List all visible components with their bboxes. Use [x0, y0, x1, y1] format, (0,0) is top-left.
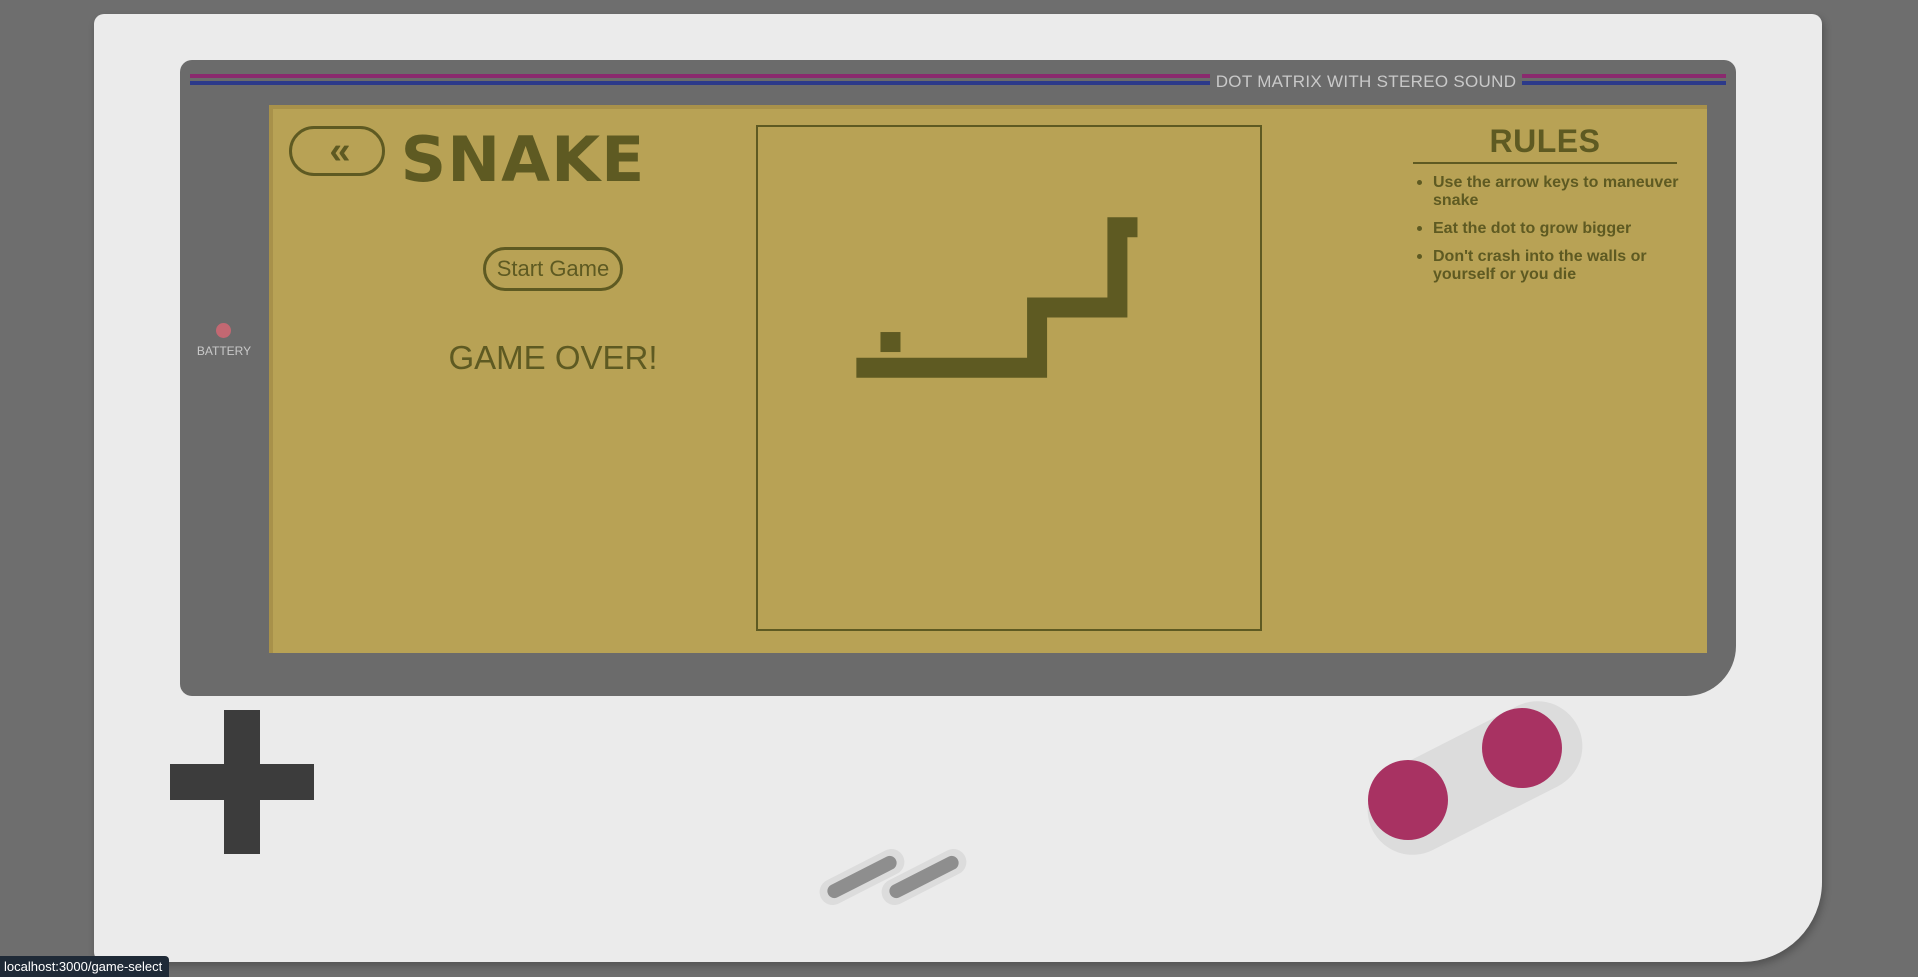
- game-board[interactable]: [756, 125, 1262, 631]
- status-bar-url: localhost:3000/game-select: [0, 956, 170, 977]
- rules-item: Eat the dot to grow bigger: [1417, 220, 1695, 238]
- bezel-stripes-left: [190, 74, 1210, 90]
- a-button[interactable]: [1482, 708, 1562, 788]
- rules-item: Don't crash into the walls or yourself o…: [1417, 248, 1695, 284]
- b-button[interactable]: [1368, 760, 1448, 840]
- rules-list: Use the arrow keys to maneuver snake Eat…: [1413, 174, 1695, 284]
- game-screen: « SNAKE Start Game GAME OVER! RULES Use …: [269, 105, 1707, 653]
- bezel-title: DOT MATRIX WITH STEREO SOUND: [1215, 72, 1517, 91]
- game-status-text: GAME OVER!: [448, 339, 658, 376]
- console-body: DOT MATRIX WITH STEREO SOUND BATTERY « S…: [94, 14, 1822, 962]
- back-button[interactable]: «: [289, 126, 385, 176]
- start-game-button[interactable]: Start Game: [483, 247, 623, 291]
- rules-item: Use the arrow keys to maneuver snake: [1417, 174, 1695, 210]
- battery-led-icon: [216, 323, 231, 338]
- dpad-control[interactable]: [170, 710, 314, 854]
- screen-bezel: DOT MATRIX WITH STEREO SOUND BATTERY « S…: [180, 60, 1736, 696]
- battery-label: BATTERY: [196, 344, 252, 358]
- food-dot: [880, 332, 901, 353]
- rules-panel: RULES Use the arrow keys to maneuver sna…: [1413, 123, 1695, 294]
- game-title: SNAKE: [400, 123, 646, 196]
- bezel-stripes-right: [1522, 74, 1726, 90]
- dpad-horizontal[interactable]: [170, 764, 314, 800]
- game-board-canvas: [856, 217, 1138, 378]
- rules-title: RULES: [1413, 123, 1677, 164]
